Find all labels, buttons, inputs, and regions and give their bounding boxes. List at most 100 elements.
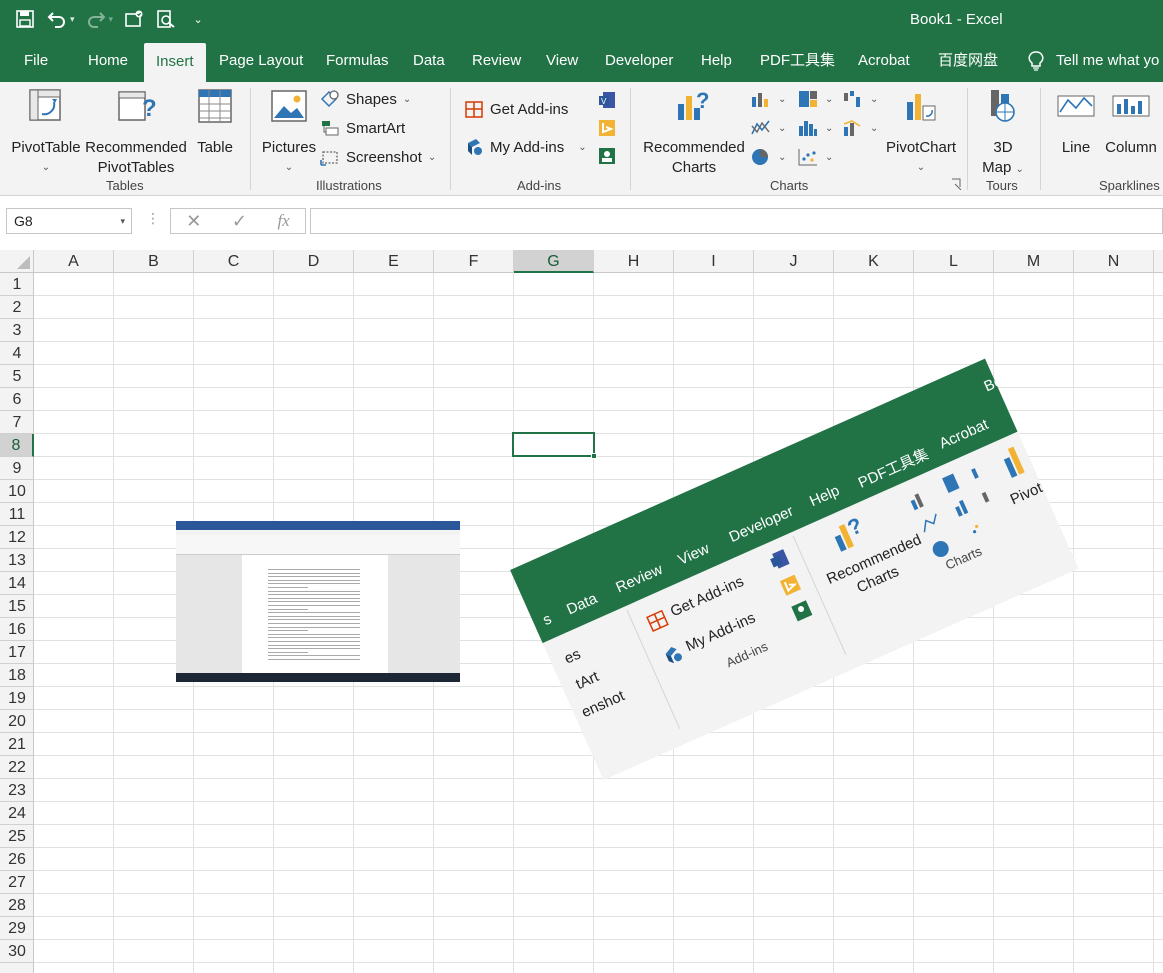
column-header-g[interactable]: G [514,250,594,273]
tab-developer[interactable]: Developer [593,40,685,82]
print-preview-icon[interactable] [155,8,177,30]
people-graph-icon[interactable] [597,146,617,166]
customize-qat-icon[interactable]: ⌄ [187,8,209,30]
column-header-j[interactable]: J [754,250,834,273]
column-header-e[interactable]: E [354,250,434,273]
redo-icon[interactable] [85,8,107,30]
undo-dropdown-icon[interactable]: ▾ [70,14,75,25]
combo-chart-dropdown[interactable]: ⌄ [842,117,878,139]
statistic-chart-dropdown[interactable]: ⌄ [797,117,833,139]
row-header-9[interactable]: 9 [0,457,34,480]
my-add-ins-button[interactable]: My Add-ins ⌄ [464,136,587,158]
select-all-corner[interactable] [0,250,34,273]
pivottable-button[interactable]: PivotTable ⌄ [10,86,82,178]
row-header-26[interactable]: 26 [0,848,34,871]
sparkline-column-button[interactable]: Column [1102,86,1160,158]
row-header-2[interactable]: 2 [0,296,34,319]
pie-chart-dropdown[interactable]: ⌄ [750,146,786,168]
row-header-14[interactable]: 14 [0,572,34,595]
save-icon[interactable] [14,8,36,30]
tab-view[interactable]: View [534,40,590,82]
row-header-24[interactable]: 24 [0,802,34,825]
fill-handle[interactable] [591,453,597,459]
column-header-m[interactable]: M [994,250,1074,273]
column-header-i[interactable]: I [674,250,754,273]
table-button[interactable]: Table [192,86,238,158]
shapes-button[interactable]: Shapes ⌄ [320,88,411,110]
formula-bar-grip-icon[interactable]: ⋮ [146,210,160,227]
screenshot-button[interactable]: Screenshot ⌄ [320,146,436,168]
insert-function-button[interactable]: fx [277,211,289,231]
column-header-n[interactable]: N [1074,250,1154,273]
row-header-13[interactable]: 13 [0,549,34,572]
tab-review[interactable]: Review [460,40,533,82]
enter-icon[interactable]: ✓ [232,211,247,232]
tell-me-box[interactable]: Tell me what yo [1028,40,1159,82]
row-header-4[interactable]: 4 [0,342,34,365]
column-header-k[interactable]: K [834,250,914,273]
row-header-27[interactable]: 27 [0,871,34,894]
row-header-16[interactable]: 16 [0,618,34,641]
cancel-icon[interactable]: ✕ [186,211,201,232]
row-header-29[interactable]: 29 [0,917,34,940]
recommended-charts-button[interactable]: ? Recommended Charts [642,86,746,178]
row-header-7[interactable]: 7 [0,411,34,434]
line-chart-dropdown[interactable]: ⌄ [750,117,786,139]
active-cell-g8[interactable] [512,432,597,459]
tab-data[interactable]: Data [401,40,457,82]
row-header-28[interactable]: 28 [0,894,34,917]
redo-dropdown-icon[interactable]: ▾ [109,14,114,25]
row-header-30[interactable]: 30 [0,940,34,963]
undo-icon[interactable] [46,8,68,30]
3d-map-button[interactable]: 3D Map ⌄ [976,86,1030,180]
column-chart-dropdown[interactable]: ⌄ [750,88,786,110]
row-header-1[interactable]: 1 [0,273,34,296]
column-header-h[interactable]: H [594,250,674,273]
column-header-d[interactable]: D [274,250,354,273]
tab-insert[interactable]: Insert [144,43,206,82]
recommended-pivottables-button[interactable]: ? Recommended PivotTables [84,86,188,178]
row-header-15[interactable]: 15 [0,595,34,618]
name-box[interactable]: G8 ▾ [6,208,132,234]
tab-formulas[interactable]: Formulas [314,40,401,82]
tab-file[interactable]: File [12,40,60,82]
formula-input[interactable] [310,208,1163,234]
row-header-23[interactable]: 23 [0,779,34,802]
column-header-b[interactable]: B [114,250,194,273]
row-header-19[interactable]: 19 [0,687,34,710]
scatter-chart-dropdown[interactable]: ⌄ [797,146,833,168]
sparkline-line-button[interactable]: Line [1052,86,1100,158]
row-header-17[interactable]: 17 [0,641,34,664]
row-header-18[interactable]: 18 [0,664,34,687]
row-header-20[interactable]: 20 [0,710,34,733]
column-header-f[interactable]: F [434,250,514,273]
tab-baidu-netdisk[interactable]: 百度网盘 [926,40,1010,82]
inserted-picture-word-screenshot[interactable] [176,521,460,682]
row-header-11[interactable]: 11 [0,503,34,526]
column-header-c[interactable]: C [194,250,274,273]
hierarchy-chart-dropdown[interactable]: ⌄ [797,88,833,110]
tab-help[interactable]: Help [689,40,744,82]
row-header-12[interactable]: 12 [0,526,34,549]
pictures-button[interactable]: Pictures ⌄ [260,86,318,178]
pivotchart-button[interactable]: PivotChart ⌄ [884,86,958,178]
smartart-button[interactable]: SmartArt [320,117,405,139]
row-header-3[interactable]: 3 [0,319,34,342]
dialog-launcher-icon[interactable] [951,178,963,190]
get-add-ins-button[interactable]: Get Add-ins [464,98,568,120]
tab-pdf-tools[interactable]: PDF工具集 [748,40,847,82]
waterfall-chart-dropdown[interactable]: ⌄ [842,88,878,110]
visio-icon[interactable]: V [597,90,617,110]
row-header-8[interactable]: 8 [0,434,34,457]
column-header-a[interactable]: A [34,250,114,273]
row-header-22[interactable]: 22 [0,756,34,779]
tab-page-layout[interactable]: Page Layout [207,40,315,82]
row-header-25[interactable]: 25 [0,825,34,848]
touch-mode-icon[interactable] [123,8,145,30]
row-header-6[interactable]: 6 [0,388,34,411]
tab-home[interactable]: Home [76,40,140,82]
row-header-10[interactable]: 10 [0,480,34,503]
column-header-l[interactable]: L [914,250,994,273]
row-header-21[interactable]: 21 [0,733,34,756]
bing-maps-icon[interactable] [597,118,617,138]
